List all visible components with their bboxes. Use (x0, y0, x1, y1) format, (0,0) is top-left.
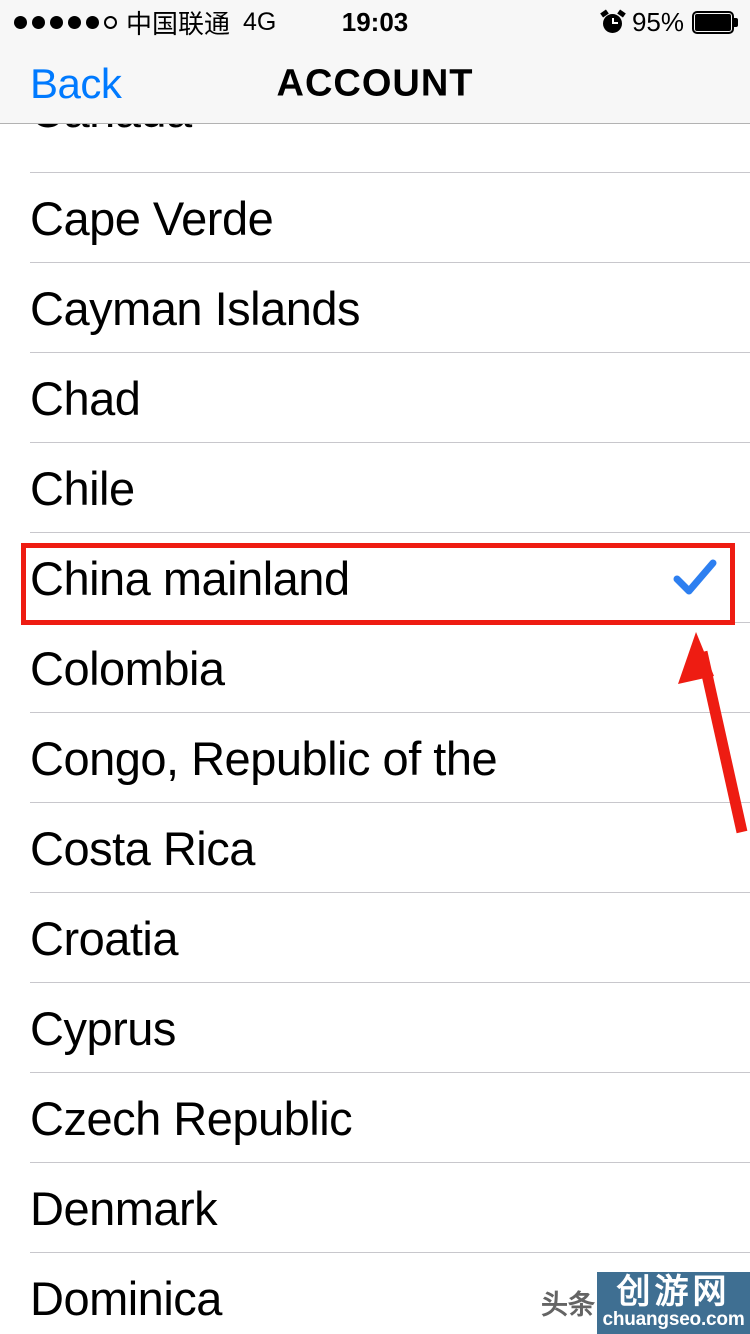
country-row[interactable]: Costa Rica (0, 803, 750, 893)
country-label: Colombia (30, 641, 225, 695)
watermark-logo-url: chuangseo.com (602, 1309, 745, 1330)
country-row[interactable]: Canada (0, 124, 750, 173)
country-label: Cayman Islands (30, 281, 361, 335)
country-label: Chile (30, 461, 135, 515)
status-bar: 中国联通 4G 19:03 95% (0, 0, 750, 44)
country-row[interactable]: Chad (0, 353, 750, 443)
country-row[interactable]: Cyprus (0, 983, 750, 1073)
country-row[interactable]: Chile (0, 443, 750, 533)
watermark-source-label: 头条 (541, 1290, 595, 1321)
alarm-clock-icon (600, 9, 626, 33)
watermark-logo-text: 创游网 (616, 1272, 731, 1312)
battery-full-icon (692, 10, 738, 34)
status-bar-right: 95% (600, 6, 738, 38)
country-row[interactable]: Czech Republic (0, 1073, 750, 1163)
country-label: China mainland (30, 551, 350, 605)
country-row[interactable]: China mainland (0, 533, 750, 623)
country-row[interactable]: Cape Verde (0, 173, 750, 263)
country-list[interactable]: Canada Cape Verde Cayman Islands Chad Chile C… (0, 124, 750, 1334)
watermark-logo: 创游网 chuangseo.com (597, 1272, 750, 1334)
country-row[interactable]: Cayman Islands (0, 263, 750, 353)
country-label: Czech Republic (30, 1091, 353, 1145)
country-label: Croatia (30, 911, 179, 965)
country-label: Denmark (30, 1181, 218, 1235)
country-label: Chad (30, 371, 141, 425)
navigation-bar: Back ACCOUNT (0, 44, 750, 124)
country-label: Cape Verde (30, 191, 274, 245)
country-row[interactable]: Denmark (0, 1163, 750, 1253)
watermark: 头条 创游网 chuangseo.com (541, 1272, 750, 1334)
battery-percent-label: 95% (631, 6, 684, 37)
page-title: ACCOUNT (276, 62, 474, 104)
country-label: Canada (30, 124, 192, 138)
country-row[interactable]: Colombia (0, 623, 750, 713)
country-label: Cyprus (30, 1001, 176, 1055)
iphone-screen: 中国联通 4G 19:03 95% Back ACCOUNT Canada Cap… (0, 0, 750, 1334)
checkmark-icon (673, 559, 717, 595)
country-label: Costa Rica (30, 821, 255, 875)
country-label: Dominica (30, 1271, 222, 1325)
country-label: Congo, Republic of the (30, 731, 498, 785)
country-row[interactable]: Croatia (0, 893, 750, 983)
country-row[interactable]: Congo, Republic of the (0, 713, 750, 803)
